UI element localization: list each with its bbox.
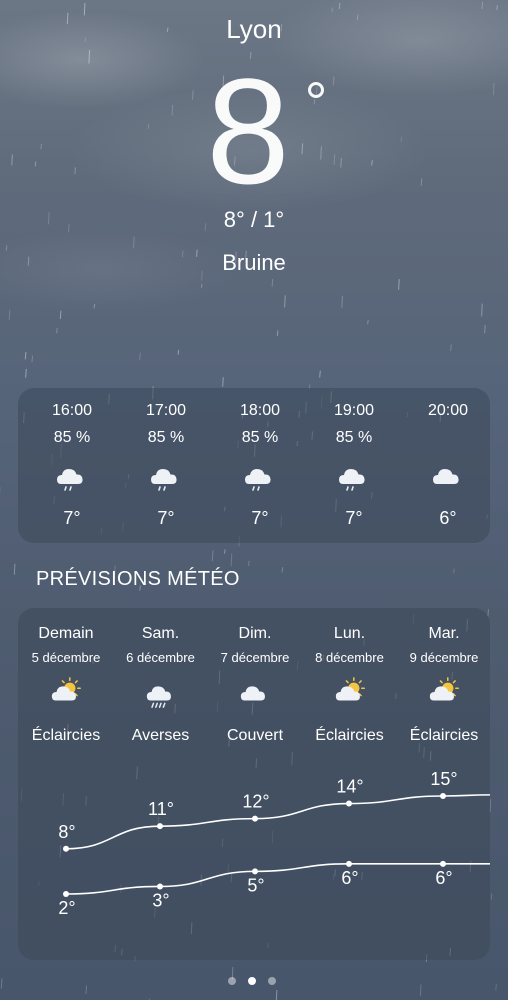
hour-temperature: 7°	[345, 508, 363, 528]
forecast-title: PRÉVISIONS MÉTÉO	[36, 568, 240, 590]
day-name: Demain	[38, 625, 94, 642]
page-dot[interactable]	[228, 977, 236, 985]
day-date: 8 décembre	[315, 650, 384, 665]
hour-time: 18:00	[239, 402, 281, 419]
hour-temperature: 7°	[63, 508, 81, 528]
current-temperature: 8	[206, 47, 290, 215]
hour-time: 19:00	[333, 402, 375, 419]
cloud-drizzle-icon	[148, 458, 184, 494]
day-name: Sam.	[141, 625, 180, 642]
hour-humidity: 85 %	[147, 429, 185, 446]
hour-temperature: 6°	[439, 508, 457, 528]
day-date: 5 décembre	[31, 650, 101, 665]
day-date: 7 décembre	[220, 650, 290, 665]
day-condition: Averses	[131, 727, 190, 744]
day-condition: Éclaircies	[31, 727, 101, 744]
hour-temperature: 7°	[157, 508, 175, 528]
sun-cloud-icon	[49, 676, 83, 710]
cloud-drizzle-icon	[242, 458, 278, 494]
day-name: Mar.	[428, 625, 460, 642]
cloud-drizzle-icon	[336, 458, 372, 494]
hour-time: 17:00	[145, 402, 187, 419]
day-condition: Couvert	[226, 727, 284, 744]
hour-time: 20:00	[427, 402, 469, 419]
hourly-forecast-panel[interactable]: 16:00 85 % 7° 17:00 85 % 7° 18:00 85 % 7° 19:00 85…	[18, 388, 490, 543]
page-dot[interactable]	[248, 977, 256, 985]
cloud-icon	[430, 458, 466, 494]
sun-cloud-icon	[427, 676, 461, 710]
page-indicator[interactable]	[228, 977, 282, 987]
day-name: Dim.	[238, 625, 272, 642]
cloud-rain-icon	[144, 676, 178, 710]
day-date: 9 décembre	[409, 650, 479, 665]
sun-cloud-icon	[333, 676, 367, 710]
daily-forecast-panel[interactable]: Demain 5 décembre Éclaircies Sam. 6 décembre…	[18, 608, 490, 960]
cloud-icon	[238, 676, 272, 710]
day-condition: Éclaircies	[409, 727, 479, 744]
cloud-drizzle-icon	[54, 458, 90, 494]
hour-humidity: 85 %	[335, 429, 373, 446]
day-date: 6 décembre	[126, 650, 195, 665]
temperature-range: 8° / 1°	[223, 207, 285, 232]
degree-icon	[308, 82, 324, 98]
day-condition: Éclaircies	[315, 727, 384, 744]
day-name: Lun.	[333, 625, 366, 642]
hour-temperature: 7°	[251, 508, 269, 528]
hour-humidity: 85 %	[241, 429, 279, 446]
page-dot[interactable]	[268, 977, 276, 985]
hour-time: 16:00	[51, 402, 93, 419]
hour-humidity: 85 %	[53, 429, 91, 446]
current-condition: Bruine	[222, 250, 286, 275]
city-name: Lyon	[226, 14, 282, 44]
